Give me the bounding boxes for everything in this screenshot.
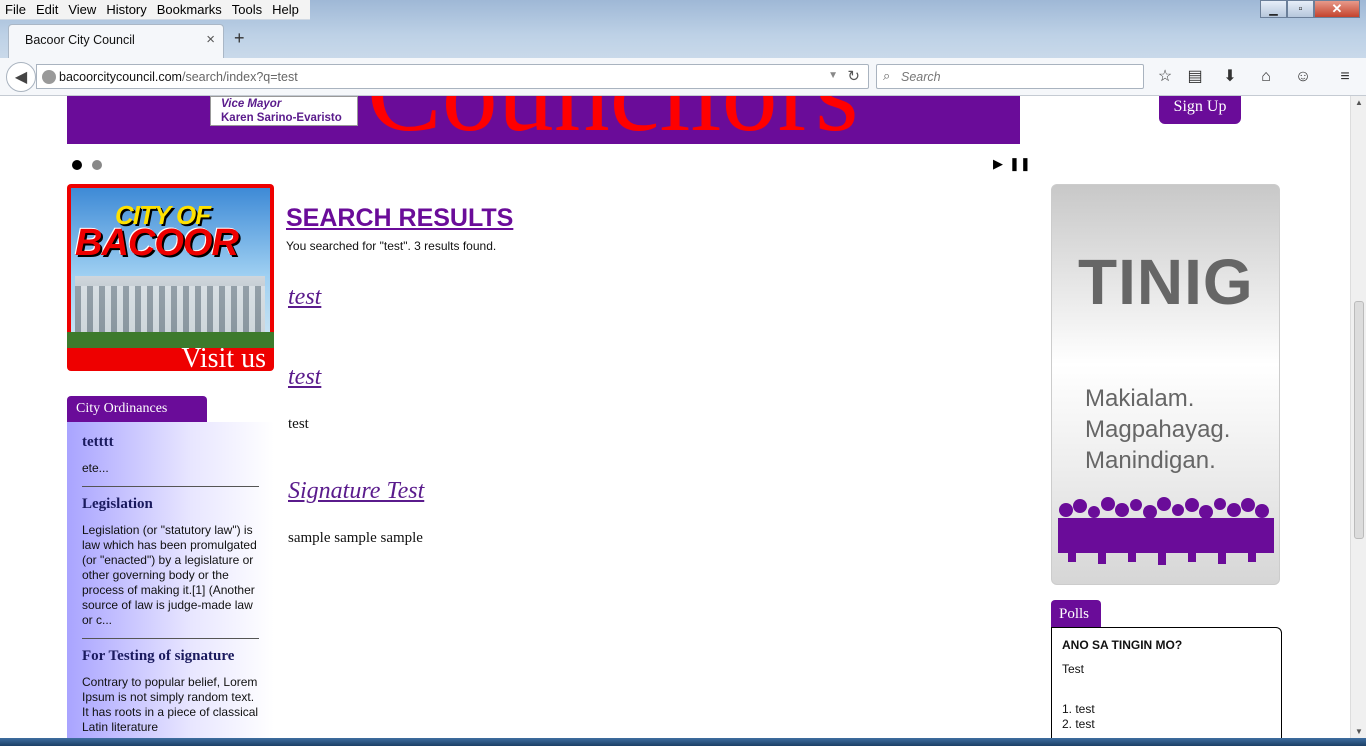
- back-button[interactable]: ◀: [6, 62, 36, 92]
- url-path: /search/index?q=test: [181, 70, 298, 84]
- maximize-button[interactable]: ▫: [1287, 0, 1314, 18]
- visit-bacoor-banner[interactable]: CITY OF BACOOR Visit us: [67, 184, 274, 371]
- play-icon[interactable]: ▶: [993, 156, 1003, 172]
- slider-pagination: [72, 160, 112, 170]
- download-icon[interactable]: ⬇: [1219, 66, 1241, 88]
- menubar: File Edit View History Bookmarks Tools H…: [0, 0, 310, 20]
- tinig-slogan-line: Makialam.: [1085, 385, 1195, 412]
- ordinance-body: Legislation (or "statutory law") is law …: [82, 523, 257, 627]
- chat-icon[interactable]: ☺: [1292, 66, 1314, 88]
- vice-mayor-title: Vice Mayor: [221, 98, 282, 110]
- list-item: Legislation Legislation (or "statutory l…: [82, 496, 259, 639]
- poll-description: Test: [1062, 662, 1085, 676]
- tinig-slogan: Makialam. Magpahayag. Manindigan.: [1085, 383, 1230, 476]
- result-snippet: test: [288, 416, 309, 432]
- hero-banner: Councilors Vice Mayor Karen Sarino-Evari…: [67, 96, 1020, 144]
- poll-option[interactable]: 2. test: [1062, 717, 1271, 732]
- chevron-down-icon[interactable]: ▼: [828, 70, 838, 81]
- search-input[interactable]: ⌕ Search: [876, 64, 1144, 89]
- ordinance-body: Contrary to popular belief, Lorem Ipsum …: [82, 675, 259, 734]
- slider-dot-1[interactable]: [72, 160, 82, 170]
- scrollbar-thumb[interactable]: [1354, 301, 1364, 539]
- menu-view[interactable]: View: [63, 0, 101, 19]
- menu-bookmarks[interactable]: Bookmarks: [152, 0, 227, 19]
- ordinance-heading[interactable]: tetttt: [82, 434, 259, 451]
- window-controls: ▁ ▫ ✕: [1260, 0, 1360, 18]
- menu-file[interactable]: File: [0, 0, 31, 19]
- tinig-banner[interactable]: TINIG Makialam. Magpahayag. Manindigan.: [1051, 184, 1280, 585]
- ordinances-list: tetttt ete... Legislation Legislation (o…: [67, 422, 274, 738]
- browser-titlebar: File Edit View History Bookmarks Tools H…: [0, 0, 1366, 58]
- polls-widget: ANO SA TINGIN MO? Test 1. test 2. test: [1051, 627, 1282, 738]
- tinig-slogan-line: Manindigan.: [1085, 447, 1216, 474]
- search-placeholder: Search: [901, 70, 941, 84]
- menu-tools[interactable]: Tools: [227, 0, 267, 19]
- poll-option[interactable]: 1. test: [1062, 702, 1271, 717]
- results-summary: You searched for "test". 3 results found…: [286, 239, 497, 253]
- address-bar[interactable]: bacoorcitycouncil.com/search/index?q=tes…: [36, 64, 869, 89]
- sign-up-button[interactable]: Sign Up: [1159, 96, 1241, 124]
- close-window-button[interactable]: ✕: [1314, 0, 1360, 18]
- ordinance-body: ete...: [82, 461, 109, 475]
- list-item: For Testing of signature Contrary to pop…: [82, 648, 259, 738]
- reading-list-icon[interactable]: ▤: [1184, 66, 1206, 88]
- new-tab-icon[interactable]: +: [234, 28, 245, 49]
- scroll-down-icon[interactable]: ▼: [1355, 727, 1363, 736]
- scroll-up-icon[interactable]: ▲: [1355, 98, 1363, 107]
- reload-icon[interactable]: ↻: [847, 67, 860, 85]
- menu-edit[interactable]: Edit: [31, 0, 63, 19]
- crowd-silhouette-icon: [1058, 497, 1274, 565]
- os-taskbar: [0, 738, 1366, 746]
- slider-dot-2[interactable]: [92, 160, 102, 170]
- url-text: bacoorcitycouncil.com/search/index?q=tes…: [59, 70, 298, 84]
- result-link[interactable]: Signature Test: [288, 478, 424, 505]
- navigation-toolbar: ◀ bacoorcitycouncil.com/search/index?q=t…: [0, 58, 1366, 96]
- ordinance-heading[interactable]: For Testing of signature: [82, 648, 259, 665]
- ordinance-heading[interactable]: Legislation: [82, 496, 259, 513]
- menu-history[interactable]: History: [101, 0, 151, 19]
- tinig-word: TINIG: [1078, 246, 1254, 318]
- menu-help[interactable]: Help: [267, 0, 304, 19]
- polls-tab: Polls: [1051, 600, 1101, 628]
- result-snippet: sample sample sample: [288, 530, 423, 546]
- hamburger-menu-icon[interactable]: ≡: [1334, 66, 1356, 88]
- page-title[interactable]: SEARCH RESULTS: [286, 204, 513, 233]
- page-scrollbar[interactable]: ▲ ▼: [1350, 96, 1366, 738]
- ordinances-tab: City Ordinances: [67, 396, 207, 422]
- home-icon[interactable]: ⌂: [1255, 66, 1277, 88]
- globe-icon: [42, 70, 56, 84]
- search-icon: ⌕: [883, 68, 891, 83]
- tinig-slogan-line: Magpahayag.: [1085, 416, 1231, 443]
- close-tab-icon[interactable]: ×: [206, 31, 215, 48]
- result-link[interactable]: test: [288, 364, 321, 391]
- banner-bacoor: BACOOR: [75, 222, 239, 264]
- tab-title: Bacoor City Council: [25, 33, 135, 47]
- banner-heading: Councilors: [367, 96, 859, 144]
- url-host: bacoorcitycouncil.com: [59, 70, 182, 84]
- minimize-button[interactable]: ▁: [1260, 0, 1287, 18]
- pause-icon[interactable]: ❚❚: [1009, 156, 1031, 172]
- result-link[interactable]: test: [288, 284, 321, 311]
- vice-mayor-name: Karen Sarino-Evaristo: [221, 112, 342, 124]
- page-content: Councilors Vice Mayor Karen Sarino-Evari…: [0, 96, 1350, 738]
- list-item: tetttt ete...: [82, 434, 259, 487]
- banner-visit-us: Visit us: [181, 343, 266, 371]
- poll-question: ANO SA TINGIN MO?: [1062, 638, 1183, 652]
- bookmark-star-icon[interactable]: ☆: [1154, 66, 1176, 88]
- browser-tab[interactable]: Bacoor City Council ×: [8, 24, 224, 58]
- vice-mayor-card: Vice Mayor Karen Sarino-Evaristo: [210, 96, 358, 126]
